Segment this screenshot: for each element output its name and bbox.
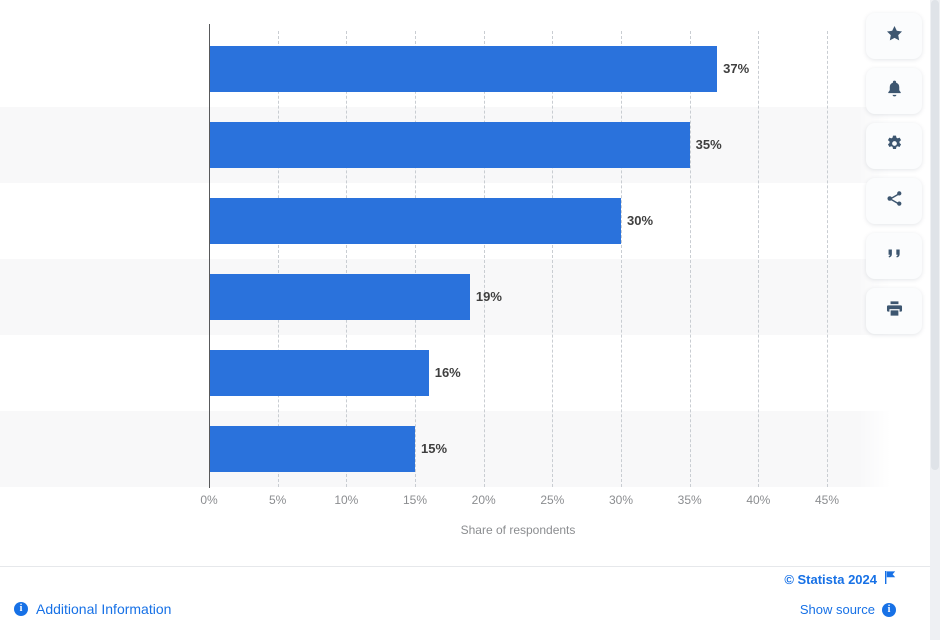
- quote-icon: [885, 244, 904, 268]
- page-scrollbar-track[interactable]: [930, 0, 940, 640]
- statista-chart-page: Marketing and advertisingTechnologyConsu…: [0, 0, 940, 640]
- gear-icon: [885, 134, 904, 158]
- quote-button[interactable]: [866, 233, 922, 279]
- x-tick-label: 30%: [608, 493, 634, 507]
- chart-container: Marketing and advertisingTechnologyConsu…: [0, 0, 940, 560]
- bar-row: 15%: [209, 411, 827, 487]
- bar-value-label: 19%: [475, 289, 502, 304]
- share-icon: [885, 189, 904, 213]
- info-icon: i: [14, 602, 28, 616]
- share-button[interactable]: [866, 178, 922, 224]
- print-button[interactable]: [866, 288, 922, 334]
- bar[interactable]: [209, 350, 429, 396]
- x-axis-title: Share of respondents: [460, 523, 576, 537]
- bar-row: 35%: [209, 107, 827, 183]
- x-tick-label: 45%: [814, 493, 840, 507]
- bar-row: 19%: [209, 259, 827, 335]
- bar-value-label: 35%: [695, 137, 722, 152]
- star-button[interactable]: [866, 13, 922, 59]
- x-tick-label: 35%: [677, 493, 702, 507]
- x-tick-label: 10%: [334, 493, 359, 507]
- bar[interactable]: [209, 198, 621, 244]
- bar[interactable]: [209, 426, 415, 472]
- gear-button[interactable]: [866, 123, 922, 169]
- bar-value-label: 16%: [434, 365, 461, 380]
- x-axis-ticks: 0% 5% 10% 15% 20% 25% 30% 35% 40% 45%: [0, 493, 868, 513]
- bell-icon: [885, 79, 904, 103]
- x-tick-label: 5%: [268, 493, 287, 507]
- bell-button[interactable]: [866, 68, 922, 114]
- x-tick-label: 15%: [402, 493, 428, 507]
- x-tick-label: 25%: [540, 493, 565, 507]
- additional-information-link[interactable]: i Additional Information: [14, 601, 171, 617]
- show-source-link[interactable]: Show source i: [800, 602, 896, 617]
- bar-row: 30%: [209, 183, 827, 259]
- copyright-notice: © Statista 2024: [784, 571, 896, 587]
- bar-value-label: 30%: [627, 213, 654, 228]
- bar[interactable]: [209, 274, 470, 320]
- star-icon: [885, 24, 904, 48]
- flag-icon: [884, 571, 896, 587]
- gridline: [827, 31, 828, 487]
- bar-row: 16%: [209, 335, 827, 411]
- y-axis-line: [209, 24, 210, 488]
- additional-information-label: Additional Information: [36, 601, 172, 617]
- info-icon: i: [882, 602, 896, 617]
- footer-divider: [0, 566, 940, 567]
- plot-area: 37% 35% 30% 19% 16% 15%: [0, 31, 940, 487]
- bar-row: 37%: [209, 31, 827, 107]
- bar-value-label: 37%: [723, 61, 750, 76]
- bar-value-label: 15%: [421, 441, 448, 456]
- print-icon: [885, 299, 904, 323]
- x-tick-label: 20%: [471, 493, 496, 507]
- bar[interactable]: [209, 46, 718, 92]
- show-source-label: Show source: [799, 602, 875, 617]
- x-tick-label: 40%: [746, 493, 771, 507]
- x-tick-label: 0%: [200, 493, 218, 507]
- action-rail: [866, 13, 922, 334]
- bar[interactable]: [209, 122, 690, 168]
- copyright-text: © Statista 2024: [784, 571, 877, 587]
- page-scrollbar-thumb[interactable]: [931, 0, 939, 470]
